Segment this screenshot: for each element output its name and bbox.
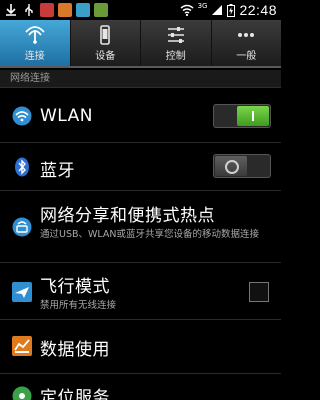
data-usage-row[interactable]: 数据使用 <box>0 320 281 374</box>
tab-general[interactable]: 一般 <box>212 20 282 66</box>
data-usage-title: 数据使用 <box>40 340 110 360</box>
airplane-subtitle: 禁用所有无线连接 <box>40 300 117 311</box>
airplane-mode-checkbox[interactable] <box>249 282 269 302</box>
usb-icon <box>25 4 33 16</box>
tethering-title: 网络分享和便携式热点 <box>40 206 215 226</box>
download-icon <box>6 4 16 16</box>
toggle-knob <box>237 106 269 126</box>
bluetooth-row[interactable]: 蓝牙 <box>0 143 281 191</box>
tab-label: 一般 <box>236 50 257 62</box>
settings-tabs: 连接 设备 控制 一般 <box>0 20 281 68</box>
tab-connections[interactable]: 连接 <box>0 20 71 66</box>
airplane-mode-row[interactable]: 飞行模式 禁用所有无线连接 <box>0 263 281 320</box>
cell-signal-icon <box>212 5 223 15</box>
status-bar: 3G 22:48 <box>0 0 281 20</box>
tab-controls[interactable]: 控制 <box>141 20 212 66</box>
tethering-icon <box>12 217 32 237</box>
network-type: 3G <box>197 1 208 10</box>
app-notification-icon <box>40 3 54 17</box>
controls-icon <box>167 26 184 43</box>
clock: 22:48 <box>239 2 277 18</box>
airplane-icon <box>12 282 32 302</box>
tab-label: 连接 <box>24 50 45 62</box>
app-notification-icon <box>58 3 72 17</box>
wlan-title: WLAN <box>40 106 94 126</box>
tab-device[interactable]: 设备 <box>71 20 141 66</box>
wifi-signal-icon <box>180 4 194 16</box>
wlan-row[interactable]: WLAN <box>0 89 281 143</box>
location-title: 定位服务 <box>40 388 110 400</box>
airplane-title: 飞行模式 <box>40 277 110 297</box>
tab-label: 设备 <box>95 50 116 62</box>
data-usage-icon <box>12 336 32 356</box>
location-row[interactable]: 定位服务 <box>0 374 281 400</box>
bluetooth-icon <box>15 157 29 177</box>
tethering-subtitle: 通过USB、WLAN或蓝牙共享您设备的移动数据连接 <box>40 229 260 240</box>
connections-icon <box>25 25 45 44</box>
wlan-toggle[interactable] <box>213 104 271 128</box>
toggle-knob <box>215 156 247 176</box>
device-icon <box>100 24 111 45</box>
bluetooth-toggle[interactable] <box>213 154 271 178</box>
location-icon <box>12 386 32 400</box>
bluetooth-title: 蓝牙 <box>40 161 75 181</box>
wifi-icon <box>12 106 32 126</box>
tab-label: 控制 <box>165 50 186 62</box>
battery-icon <box>227 3 236 17</box>
app-notification-icon <box>94 3 108 17</box>
tethering-row[interactable]: 网络分享和便携式热点 通过USB、WLAN或蓝牙共享您设备的移动数据连接 <box>0 191 281 263</box>
section-header: 网络连接 <box>0 70 281 88</box>
app-notification-icon <box>76 3 90 17</box>
more-icon <box>238 32 255 37</box>
